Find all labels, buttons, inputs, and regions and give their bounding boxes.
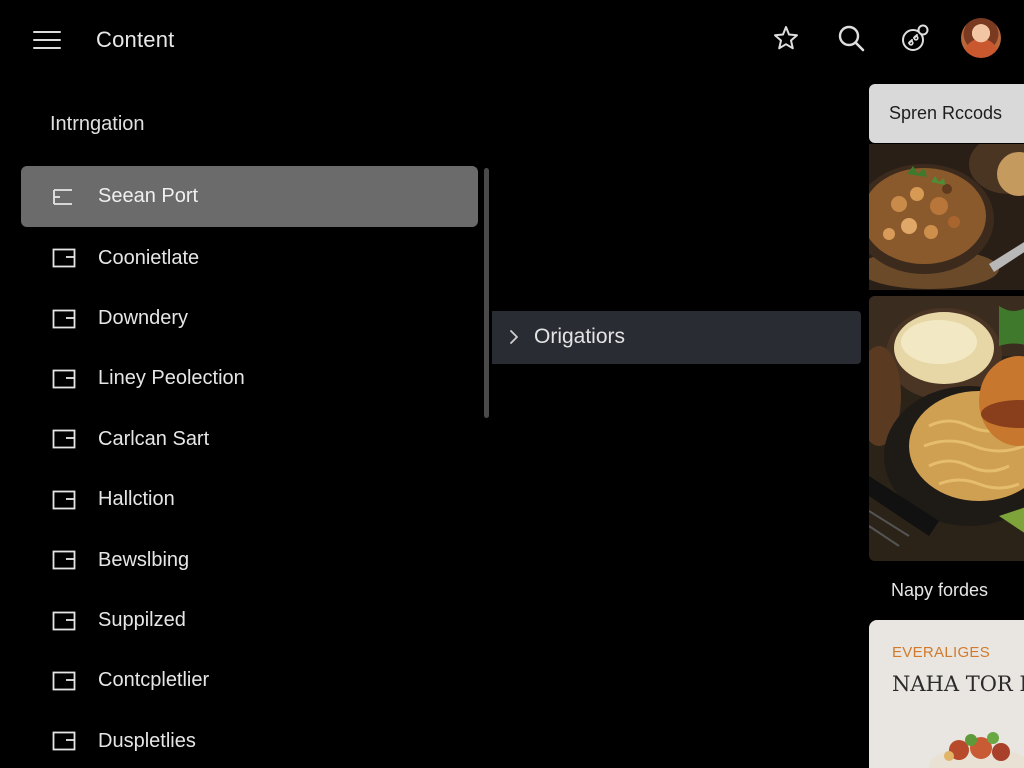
list-icon (52, 187, 76, 207)
sidebar-item-downdery[interactable]: Downdery (21, 288, 478, 348)
star-icon[interactable] (770, 22, 802, 54)
section-heading: Intrngation (50, 113, 145, 135)
folder-icon (52, 248, 76, 268)
sidebar-item-duspletlies[interactable]: Duspletlies (21, 711, 478, 768)
sidebar-item-label: Downdery (98, 307, 189, 330)
sidebar-item-label: Bewslbing (98, 548, 190, 571)
spren-records-label: Spren Rccods (889, 103, 1003, 123)
folder-icon (52, 671, 76, 691)
sidebar-item-hallction[interactable]: Hallction (21, 470, 478, 530)
folder-icon (52, 429, 76, 449)
folder-icon (52, 369, 76, 389)
folder-icon (52, 611, 76, 631)
folder-icon (52, 550, 76, 570)
sidebar-item-seean-port[interactable]: Seean Port (21, 166, 478, 227)
spren-records-card[interactable]: Spren Rccods (869, 84, 1024, 143)
right-panel: Spren Rccods Napy fordes EVERALIGES NAHA… (869, 84, 1024, 768)
promo-food-image (929, 732, 1024, 768)
promo-card[interactable]: EVERALIGES NAHA TOR PU (869, 620, 1024, 768)
sidebar-item-carlcan-sart[interactable]: Carlcan Sart (21, 409, 478, 469)
folder-icon (52, 490, 76, 510)
page-title: Content (96, 27, 175, 52)
food-image-pasta-bowl[interactable] (869, 144, 1024, 290)
promo-kicker: EVERALIGES (892, 644, 991, 661)
origins-row-label: Origatiors (534, 325, 626, 348)
top-app-bar: Content (0, 0, 1024, 80)
sidebar-item-label: Coonietlate (98, 246, 200, 269)
sidebar-item-label: Liney Peolection (98, 367, 245, 390)
folder-icon (52, 309, 76, 329)
avatar[interactable] (961, 18, 1001, 58)
search-icon[interactable] (835, 22, 867, 54)
sidebar-nav: Seean Port Coonietlate Downdery Liney Pe… (21, 166, 478, 768)
links-icon[interactable] (899, 22, 931, 54)
sidebar-item-label: Hallction (98, 488, 175, 511)
menu-icon[interactable] (30, 26, 66, 54)
section-caption: Napy fordes (891, 580, 989, 600)
sidebar-item-label: Suppilzed (98, 609, 186, 632)
sidebar-item-suppilzed[interactable]: Suppilzed (21, 590, 478, 650)
sidebar-item-label: Duspletlies (98, 729, 196, 752)
sidebar-item-label: Seean Port (98, 185, 199, 207)
sidebar-scrollbar[interactable] (484, 168, 489, 418)
folder-icon (52, 731, 76, 751)
sidebar-item-bewslbing[interactable]: Bewslbing (21, 530, 478, 590)
sidebar-item-liney-peolection[interactable]: Liney Peolection (21, 349, 478, 409)
origins-row[interactable]: Origatiors (492, 311, 861, 364)
sidebar-item-coonietlate[interactable]: Coonietlate (21, 228, 478, 288)
food-image-burger-noodles[interactable] (869, 296, 1024, 561)
chevron-right-icon (506, 329, 522, 345)
sidebar-item-label: Carlcan Sart (98, 427, 210, 450)
sidebar-item-contcpletlier[interactable]: Contcpletlier (21, 651, 478, 711)
promo-title: NAHA TOR PU (892, 672, 1024, 696)
sidebar-item-label: Contcpletlier (98, 669, 210, 692)
